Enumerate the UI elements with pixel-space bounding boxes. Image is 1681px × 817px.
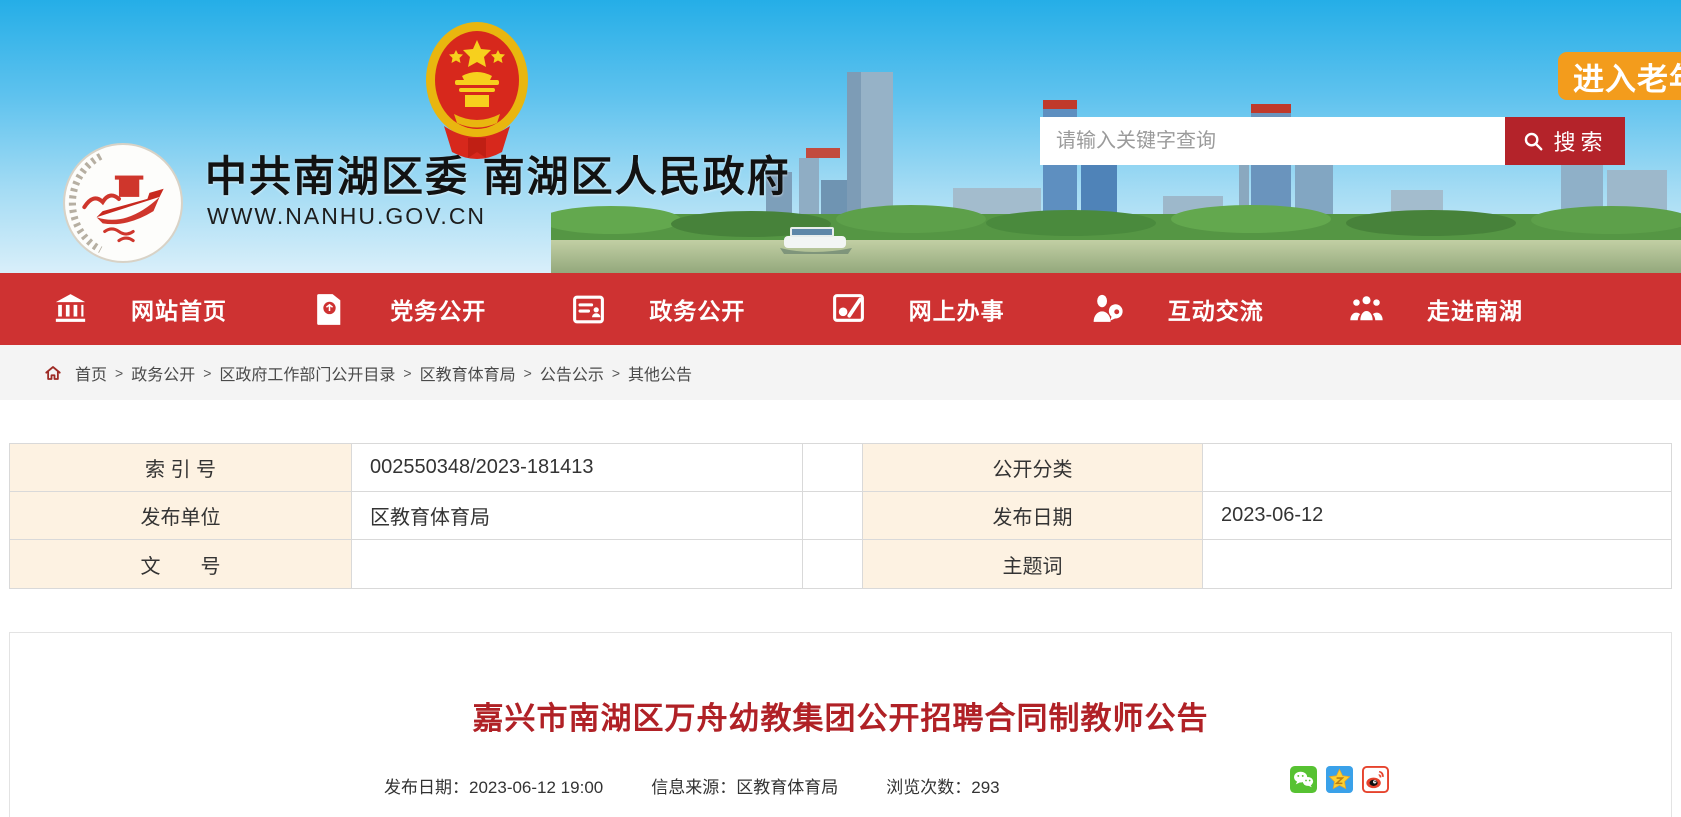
breadcrumb-separator: > xyxy=(203,365,211,381)
breadcrumb-separator: > xyxy=(612,365,620,381)
meta-label-index-number: 索 引 号 xyxy=(10,444,352,492)
nav-item-home[interactable]: 网站首页 xyxy=(52,291,227,328)
nav-item-label: 党务公开 xyxy=(390,292,486,326)
bank-icon xyxy=(52,291,89,328)
breadcrumb-item[interactable]: 首页 xyxy=(75,361,107,385)
nav-item-label: 政务公开 xyxy=(649,292,745,326)
breadcrumb-item[interactable]: 区政府工作部门公开目录 xyxy=(219,361,395,385)
meta-label-publish-date: 发布日期 xyxy=(863,492,1203,540)
interaction-icon xyxy=(1089,291,1126,328)
search-button-label: 搜索 xyxy=(1553,125,1607,157)
meta-label-publish-unit: 发布单位 xyxy=(10,492,352,540)
nanhu-logo xyxy=(62,142,184,264)
article-title: 嘉兴市南湖区万舟幼教集团公开招聘合同制教师公告 xyxy=(10,693,1671,738)
meta-value-public-category xyxy=(1203,444,1671,492)
search-input[interactable] xyxy=(1040,117,1505,165)
table-spacer xyxy=(803,540,863,588)
nav-item-online-service[interactable]: 网上办事 xyxy=(830,291,1005,328)
party-book-icon xyxy=(311,291,348,328)
meta-value-keywords xyxy=(1203,540,1671,588)
document-meta-table: 索 引 号 002550348/2023-181413 公开分类 发布单位 区教… xyxy=(9,443,1672,589)
breadcrumb-item[interactable]: 公告公示 xyxy=(540,361,604,385)
breadcrumb-item[interactable]: 其他公告 xyxy=(628,361,692,385)
nav-item-party-affairs[interactable]: 党务公开 xyxy=(311,291,486,328)
meta-label-keywords: 主题词 xyxy=(863,540,1203,588)
nav-item-interaction[interactable]: 互动交流 xyxy=(1089,291,1264,328)
table-spacer xyxy=(803,444,863,492)
qzone-share-icon[interactable] xyxy=(1326,766,1353,793)
people-icon xyxy=(1348,291,1385,328)
info-source: 信息来源：区教育体育局 xyxy=(651,773,838,798)
nav-item-label: 网上办事 xyxy=(909,292,1005,326)
article-meta: 发布日期：2023-06-12 19:00 信息来源：区教育体育局 浏览次数：2… xyxy=(384,773,1000,798)
site-url: WWW.NANHU.GOV.CN xyxy=(207,203,486,230)
breadcrumb-separator: > xyxy=(115,365,123,381)
online-service-icon xyxy=(830,291,867,328)
home-icon[interactable] xyxy=(44,364,62,382)
nav-item-label: 走进南湖 xyxy=(1427,292,1523,326)
gov-doc-icon xyxy=(570,291,607,328)
nav-item-label: 互动交流 xyxy=(1168,292,1264,326)
breadcrumb-separator: > xyxy=(403,365,411,381)
search-icon xyxy=(1522,130,1544,152)
wechat-share-icon[interactable] xyxy=(1290,766,1317,793)
breadcrumb-separator: > xyxy=(524,365,532,381)
meta-value-doc-number xyxy=(352,540,803,588)
nav-item-gov-affairs[interactable]: 政务公开 xyxy=(570,291,745,328)
meta-value-index-number: 002550348/2023-181413 xyxy=(352,444,803,492)
breadcrumb-item[interactable]: 区教育体育局 xyxy=(420,361,516,385)
main-nav: 网站首页 党务公开 政务公开 网上 xyxy=(0,273,1681,345)
publish-date: 发布日期：2023-06-12 19:00 xyxy=(384,773,603,798)
table-spacer xyxy=(803,492,863,540)
meta-label-public-category: 公开分类 xyxy=(863,444,1203,492)
meta-label-doc-number: 文 号 xyxy=(10,540,352,588)
view-count: 浏览次数：293 xyxy=(886,773,999,798)
breadcrumb: 首页 > 政务公开 > 区政府工作部门公开目录 > 区教育体育局 > 公告公示 … xyxy=(0,345,1681,400)
meta-value-publish-unit: 区教育体育局 xyxy=(352,492,803,540)
article-card: 嘉兴市南湖区万舟幼教集团公开招聘合同制教师公告 发布日期：2023-06-12 … xyxy=(9,632,1672,817)
meta-value-publish-date: 2023-06-12 xyxy=(1203,492,1671,540)
elder-mode-button[interactable]: 进入老年 xyxy=(1558,52,1681,100)
breadcrumb-item[interactable]: 政务公开 xyxy=(131,361,195,385)
weibo-share-icon[interactable] xyxy=(1362,766,1389,793)
header-banner: 中共南湖区委 南湖区人民政府 WWW.NANHU.GOV.CN 搜索 进入老年 xyxy=(0,0,1681,273)
search-button[interactable]: 搜索 xyxy=(1505,117,1625,165)
site-title: 中共南湖区委 南湖区人民政府 xyxy=(205,143,791,204)
search-bar: 搜索 xyxy=(1040,117,1625,165)
nav-item-label: 网站首页 xyxy=(131,292,227,326)
nav-item-about-nanhu[interactable]: 走进南湖 xyxy=(1348,291,1523,328)
share-bar xyxy=(1290,766,1389,793)
page: 中共南湖区委 南湖区人民政府 WWW.NANHU.GOV.CN 搜索 进入老年 … xyxy=(0,0,1681,817)
